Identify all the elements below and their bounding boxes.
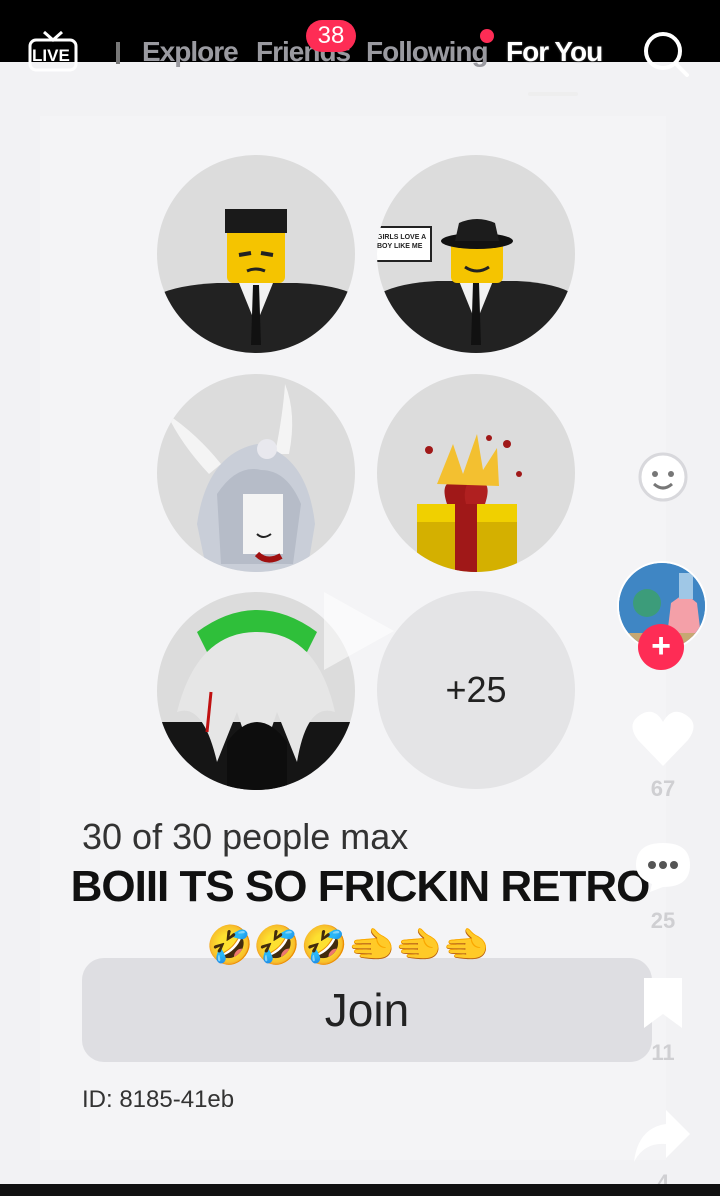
more-members-count: +25 (377, 591, 575, 789)
emoji-icon[interactable] (636, 450, 690, 504)
speech-bubble-text: GIRLS LOVE A BOY LIKE ME (377, 234, 426, 250)
friends-badge: 38 (306, 20, 356, 52)
like-count: 67 (650, 776, 676, 801)
search-icon[interactable] (642, 30, 690, 78)
member-avatar (157, 374, 355, 572)
comment-icon[interactable] (634, 840, 692, 894)
member-avatar: GIRLS LOVE A BOY LIKE ME (377, 155, 575, 353)
caption-emojis: 🤣🤣🤣🫲🫲🫲 (206, 924, 516, 974)
emoji: 🫲 (347, 925, 396, 967)
share-icon[interactable] (632, 1106, 692, 1164)
comment-count: 25 (650, 908, 676, 933)
emoji: 🫲 (442, 925, 490, 967)
member-avatar (157, 155, 355, 353)
live-icon[interactable]: LIVE (28, 28, 78, 78)
member-avatar (377, 374, 575, 572)
server-id-label: ID: 8185-41eb (82, 1086, 235, 1113)
live-label: LIVE (32, 46, 70, 65)
bookmark-icon[interactable] (640, 976, 686, 1030)
emoji: 🤣 (206, 925, 254, 967)
bookmark-count: 11 (651, 1040, 675, 1065)
tab-explore[interactable]: Explore (142, 36, 239, 68)
header-area (0, 62, 720, 114)
video-caption: BOIII TS SO FRICKIN RETRO (70, 862, 651, 911)
people-max-label: 30 of 30 people max (82, 816, 409, 857)
nav-divider (116, 42, 120, 64)
tab-for-you[interactable]: For You (506, 36, 603, 68)
emoji: 🤣 (300, 925, 348, 967)
emoji: 🤣 (253, 925, 301, 967)
follow-button[interactable]: + (638, 624, 684, 670)
bottom-bar (0, 1184, 720, 1196)
active-tab-indicator (528, 92, 578, 96)
following-notification-dot (480, 29, 494, 43)
tab-following[interactable]: Following (366, 36, 489, 68)
heart-icon[interactable] (632, 710, 694, 768)
emoji: 🫲 (395, 925, 443, 967)
status-bar (0, 0, 720, 62)
